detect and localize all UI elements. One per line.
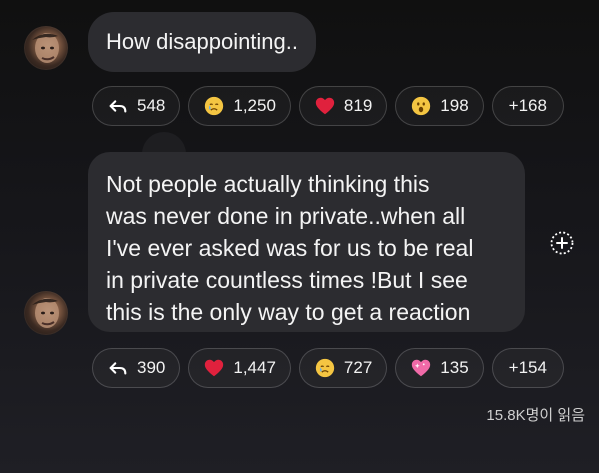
reply-count: 390 (137, 358, 166, 377)
message-bubble[interactable]: How disappointing.. (88, 12, 317, 72)
sparkling-heart-icon (410, 357, 432, 379)
reaction-bar: 390 1,447 727 135 +154 (92, 348, 564, 388)
avatar[interactable] (24, 26, 68, 70)
add-reaction-icon (550, 231, 574, 255)
message-line: this is the only way to get a reaction (106, 299, 471, 325)
read-count: 15.8K명이 읽음 (486, 407, 585, 424)
crying-face-icon (314, 357, 336, 379)
more-reactions-pill[interactable]: +154 (491, 348, 564, 388)
more-reactions-count: +154 (508, 358, 547, 377)
red-heart-icon (203, 357, 225, 379)
red-heart-icon (314, 95, 336, 117)
sparkling-heart-count: 135 (440, 358, 469, 377)
heart-reaction-pill[interactable]: 819 (298, 86, 388, 126)
surprised-count: 198 (440, 96, 469, 115)
surprised-face-icon (410, 95, 432, 117)
reply-count: 548 (137, 96, 166, 115)
crying-face-icon (203, 95, 225, 117)
reaction-bar: 548 1,250 819 198 +168 (92, 86, 564, 126)
surprised-reaction-pill[interactable]: 198 (395, 86, 484, 126)
crying-count: 1,250 (233, 96, 276, 115)
heart-reaction-pill[interactable]: 1,447 (188, 348, 291, 388)
add-reaction-button[interactable] (549, 230, 575, 256)
message-text: How disappointing.. (106, 29, 299, 54)
more-reactions-count: +168 (508, 96, 547, 115)
heart-count: 1,447 (233, 358, 276, 377)
reply-arrow-icon (107, 95, 129, 117)
avatar[interactable] (24, 291, 68, 335)
reply-reaction-pill[interactable]: 390 (92, 348, 181, 388)
message-line: in private countless times !But I see (106, 267, 468, 293)
message-line: Not people actually thinking this (106, 171, 430, 197)
sparkling-heart-reaction-pill[interactable]: 135 (395, 348, 484, 388)
message-line: was never done in private..when all (106, 203, 466, 229)
more-reactions-pill[interactable]: +168 (491, 86, 564, 126)
crying-reaction-pill[interactable]: 727 (298, 348, 388, 388)
heart-count: 819 (343, 96, 373, 115)
reply-arrow-icon (107, 357, 129, 379)
crying-reaction-pill[interactable]: 1,250 (188, 86, 291, 126)
message-bubble[interactable]: Not people actually thinking this was ne… (88, 152, 525, 332)
reply-reaction-pill[interactable]: 548 (92, 86, 181, 126)
crying-count: 727 (343, 358, 373, 377)
message-line: I've ever asked was for us to be real (106, 235, 474, 261)
